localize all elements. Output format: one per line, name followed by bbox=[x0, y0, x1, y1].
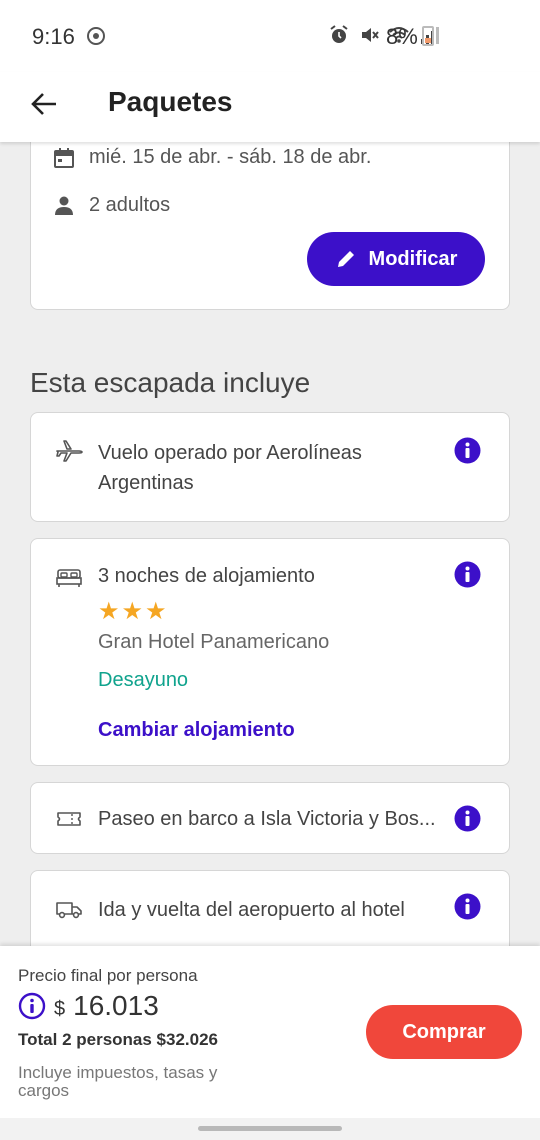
dates-text: mié. 15 de abr. - sáb. 18 de abr. bbox=[89, 146, 372, 168]
dates-row: mié. 15 de abr. - sáb. 18 de abr. bbox=[53, 146, 371, 169]
transfer-item[interactable]: Ida y vuelta del aeropuerto al hotel bbox=[30, 870, 510, 946]
mute-icon bbox=[362, 28, 379, 42]
page-title: Paquetes bbox=[108, 86, 233, 117]
hotel-name: Gran Hotel Panamericano bbox=[98, 631, 330, 653]
status-bar: 9:16 8% bbox=[0, 0, 540, 72]
price-footer: Precio final por persona $ 16.013 Total … bbox=[0, 946, 540, 1118]
travelers-row: 2 adultos bbox=[53, 194, 170, 217]
excursion-item[interactable]: Paseo en barco a Isla Victoria y Bos... bbox=[30, 782, 510, 854]
sync-icon bbox=[87, 27, 105, 45]
status-time: 9:16 bbox=[32, 24, 75, 49]
meal-plan: Desayuno bbox=[98, 669, 189, 691]
info-icon[interactable] bbox=[454, 893, 481, 920]
ticket-icon bbox=[57, 812, 81, 826]
battery-percent: 8% bbox=[386, 24, 418, 49]
star-rating: ★★★ bbox=[98, 598, 169, 625]
total-price: Total 2 personas $32.026 bbox=[18, 1030, 219, 1049]
van-icon bbox=[56, 902, 82, 919]
search-summary-card: mié. 15 de abr. - sáb. 18 de abr. 2 adul… bbox=[30, 142, 510, 310]
taxes-note: Incluye impuestos, tasas y cargos bbox=[18, 1063, 218, 1100]
buy-button[interactable]: Comprar bbox=[366, 1005, 522, 1059]
calendar-icon bbox=[54, 147, 74, 168]
hotel-nights-text: 3 noches de alojamiento bbox=[98, 565, 315, 587]
airplane-icon bbox=[56, 440, 83, 462]
modify-label: Modificar bbox=[368, 247, 458, 270]
price-amount: 16.013 bbox=[73, 990, 159, 1021]
battery-icon bbox=[422, 26, 434, 46]
travelers-text: 2 adultos bbox=[89, 194, 171, 216]
home-handle[interactable] bbox=[198, 1126, 342, 1131]
flight-text-line1: Vuelo operado por Aerolíneas bbox=[98, 442, 362, 464]
back-button[interactable] bbox=[24, 84, 64, 124]
info-icon[interactable] bbox=[454, 805, 481, 832]
alarm-icon bbox=[330, 25, 348, 43]
app-bar: Paquetes bbox=[0, 72, 540, 142]
change-hotel-link[interactable]: Cambiar alojamiento bbox=[98, 719, 295, 742]
pencil-icon bbox=[337, 251, 354, 267]
flight-item[interactable]: Vuelo operado por Aerolíneas Argentinas bbox=[30, 412, 510, 522]
flight-text: Vuelo operado por Aerolíneas Argentinas bbox=[98, 438, 362, 498]
hotel-item[interactable]: 3 noches de alojamiento ★★★ Gran Hotel P… bbox=[30, 538, 510, 766]
modify-button[interactable]: Modificar bbox=[307, 232, 485, 286]
currency-symbol: $ bbox=[54, 997, 66, 1020]
transfer-text: Ida y vuelta del aeropuerto al hotel bbox=[98, 899, 405, 921]
info-outline-icon[interactable] bbox=[18, 992, 46, 1020]
person-icon bbox=[55, 196, 73, 215]
price-label: Precio final por persona bbox=[18, 966, 198, 985]
bed-icon bbox=[56, 569, 82, 587]
excursion-text: Paseo en barco a Isla Victoria y Bos... bbox=[98, 808, 436, 830]
info-icon[interactable] bbox=[454, 437, 481, 464]
info-icon[interactable] bbox=[454, 561, 481, 588]
section-title: Esta escapada incluye bbox=[30, 367, 311, 398]
flight-text-line2: Argentinas bbox=[98, 472, 194, 494]
price-row: $ 16.013 bbox=[18, 990, 159, 1022]
arrow-left-icon bbox=[31, 93, 56, 115]
navigation-bar bbox=[0, 1118, 540, 1140]
scroll-content[interactable]: mié. 15 de abr. - sáb. 18 de abr. 2 adul… bbox=[0, 142, 540, 946]
